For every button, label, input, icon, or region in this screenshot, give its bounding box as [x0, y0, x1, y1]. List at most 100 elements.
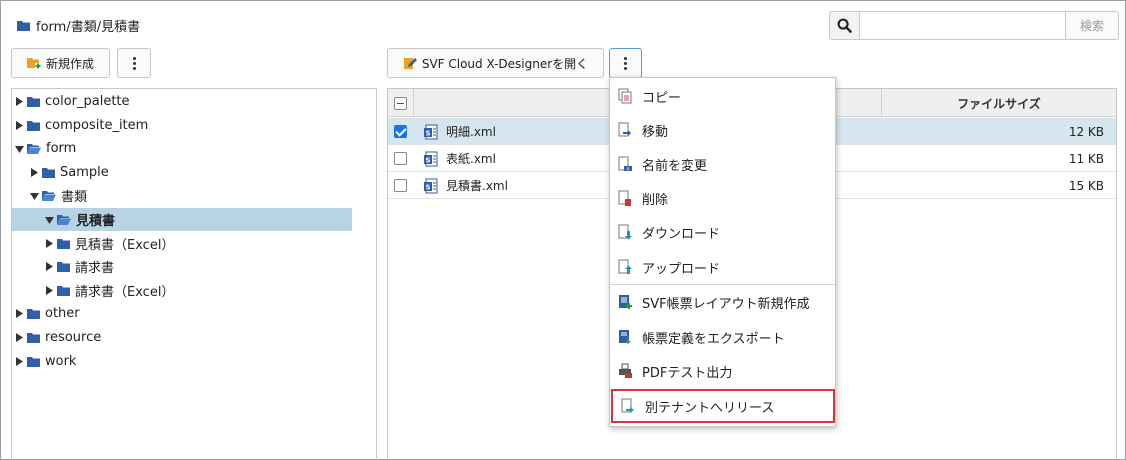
- tree-item[interactable]: other: [12, 302, 80, 325]
- release-icon: [621, 398, 637, 414]
- collapse-arrow-icon[interactable]: [44, 215, 54, 225]
- folder-icon: [57, 238, 70, 249]
- expand-arrow-icon[interactable]: [29, 167, 39, 177]
- menu-item[interactable]: 移動: [610, 113, 835, 147]
- menu-item[interactable]: 帳票定義をエクスポート: [610, 320, 835, 354]
- collapse-arrow-icon[interactable]: [29, 191, 39, 201]
- folder-icon: [27, 332, 40, 343]
- tree-item[interactable]: 見積書（Excel）: [12, 232, 174, 255]
- menu-item[interactable]: SVF帳票レイアウト新規作成: [610, 285, 835, 319]
- open-designer-button[interactable]: SVF Cloud X-Designerを開く: [387, 48, 604, 78]
- row-checkbox[interactable]: [394, 125, 407, 138]
- folder-icon: [57, 285, 70, 296]
- folder-open-icon: [57, 214, 71, 225]
- expand-arrow-icon[interactable]: [14, 120, 24, 130]
- tree-item-label: composite_item: [45, 117, 149, 133]
- file-more-button[interactable]: [609, 48, 642, 78]
- tree-item[interactable]: color_palette: [12, 90, 130, 113]
- new-button[interactable]: 新規作成: [11, 48, 110, 78]
- copy-icon: [618, 88, 634, 104]
- menu-item[interactable]: PDFテスト出力: [610, 354, 835, 388]
- menu-item-label: ダウンロード: [642, 226, 721, 242]
- expand-arrow-icon[interactable]: [44, 238, 54, 248]
- menu-item-label: 名前を変更: [642, 158, 708, 174]
- download-icon: [618, 224, 634, 240]
- expand-arrow-icon[interactable]: [14, 309, 24, 319]
- upload-icon: [618, 259, 634, 275]
- expand-arrow-icon[interactable]: [14, 333, 24, 343]
- tree-item-label: 請求書: [75, 261, 115, 277]
- expand-arrow-icon[interactable]: [14, 356, 24, 366]
- menu-item[interactable]: 別テナントへリリース: [611, 389, 835, 423]
- file-size-cell: 15 KB: [1068, 178, 1104, 193]
- folder-tree: color_palette composite_itemform Sample 書類見…: [11, 88, 377, 460]
- folder-icon: [17, 20, 30, 31]
- folder-icon: [27, 96, 40, 107]
- file-name: 明細.xml: [446, 125, 496, 139]
- context-menu: コピー移動 A 名前を変更削除ダウンロードアップロード SVF帳票レイアウト新規作成帳…: [609, 77, 836, 427]
- tree-item-label: 見積書（Excel）: [75, 237, 175, 253]
- folder-icon: [57, 261, 70, 273]
- menu-item[interactable]: A 名前を変更: [610, 147, 835, 181]
- more-vertical-icon: [624, 56, 627, 70]
- expand-arrow-icon[interactable]: [44, 285, 54, 295]
- tree-item[interactable]: 書類: [12, 184, 87, 207]
- menu-item-label: コピー: [642, 90, 682, 106]
- expand-arrow-icon[interactable]: [44, 262, 54, 272]
- folder-icon: [27, 120, 40, 131]
- export-icon: [618, 329, 634, 345]
- tree-item-label: 見積書: [76, 214, 116, 229]
- tree-item[interactable]: composite_item: [12, 114, 148, 137]
- search-icon[interactable]: [829, 11, 860, 40]
- file-name: 見積書.xml: [446, 179, 508, 193]
- menu-item[interactable]: コピー: [610, 79, 835, 113]
- menu-item[interactable]: ダウンロード: [610, 215, 835, 249]
- tree-item[interactable]: 見積書: [12, 208, 352, 231]
- file-name: 表紙.xml: [446, 152, 496, 166]
- select-all-checkbox[interactable]: [388, 89, 414, 117]
- menu-item-label: 削除: [642, 192, 669, 208]
- tree-item-label: 請求書（Excel）: [75, 284, 175, 300]
- app-window: form/書類/見積書 検索 新規作成 SVF Cloud X-Designer…: [0, 0, 1126, 460]
- search-button[interactable]: 検索: [1066, 11, 1119, 40]
- tree-item[interactable]: 請求書: [12, 255, 114, 278]
- menu-item-label: PDFテスト出力: [642, 365, 733, 381]
- rename-icon: A: [618, 156, 634, 172]
- column-header-size[interactable]: ファイルサイズ: [882, 89, 1116, 117]
- folder-open-icon: [42, 190, 56, 202]
- xml-file-icon: S: [424, 151, 438, 167]
- breadcrumb: form/書類/見積書: [17, 15, 140, 35]
- tree-more-button[interactable]: [117, 48, 151, 78]
- file-size-cell: 12 KB: [1068, 124, 1104, 139]
- tree-item-label: other: [45, 306, 80, 322]
- collapse-arrow-icon[interactable]: [14, 144, 24, 154]
- menu-item[interactable]: アップロード: [610, 250, 835, 284]
- folder-open-icon: [27, 143, 41, 155]
- move-icon: [618, 122, 634, 138]
- tree-item[interactable]: resource: [12, 326, 101, 349]
- menu-item-label: SVF帳票レイアウト新規作成: [642, 296, 810, 312]
- tree-item[interactable]: work: [12, 350, 76, 373]
- expand-arrow-icon[interactable]: [14, 97, 24, 107]
- tree-item-label: resource: [45, 330, 102, 345]
- tree-item-label: Sample: [60, 164, 109, 180]
- svg-text:S: S: [425, 183, 430, 191]
- file-name-cell: S 見積書.xml: [424, 172, 508, 199]
- tree-item-label: color_palette: [45, 94, 130, 109]
- new-button-label: 新規作成: [45, 56, 94, 71]
- delete-icon: [618, 190, 634, 206]
- row-checkbox[interactable]: [394, 179, 407, 192]
- search-bar: 検索: [829, 11, 1119, 40]
- tree-item[interactable]: 請求書（Excel）: [12, 279, 174, 302]
- tree-item[interactable]: Sample: [12, 161, 109, 184]
- menu-item[interactable]: 削除: [610, 181, 835, 215]
- new-folder-icon: [26, 57, 41, 70]
- row-checkbox[interactable]: [394, 152, 407, 165]
- menu-item-label: 移動: [642, 124, 669, 140]
- new-layout-icon: [618, 294, 634, 310]
- xml-file-icon: S: [424, 124, 438, 140]
- tree-item[interactable]: form: [12, 137, 76, 160]
- search-input[interactable]: [860, 11, 1066, 40]
- file-name-cell: S 明細.xml: [424, 118, 496, 145]
- designer-icon: [403, 56, 417, 70]
